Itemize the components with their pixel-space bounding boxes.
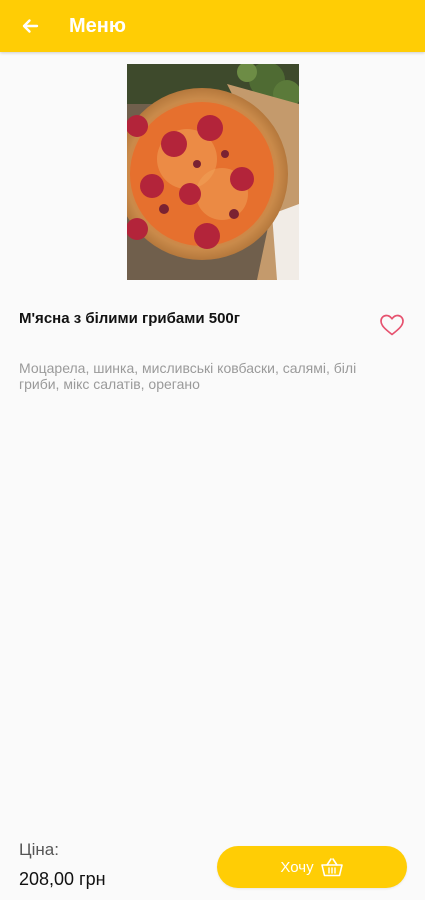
heart-outline-icon [380,314,404,336]
app-bar-title: Меню [69,15,126,37]
app-bar: Меню [0,0,425,52]
want-button-label: Хочу [280,858,314,876]
product-image [127,64,299,280]
product-description: Моцарела, шинка, мисливські ковбаски, са… [19,360,357,392]
want-button[interactable]: Хочу [217,846,407,888]
back-button[interactable] [14,10,46,42]
favorite-button[interactable] [376,309,408,341]
price-label: Ціна: [19,840,59,859]
price-value: 208,00 грн [19,869,106,889]
arrow-back-icon [22,19,39,33]
product-title: М'ясна з білими грибами 500г [19,310,241,327]
pizza-photo [127,64,299,280]
basket-icon [320,858,343,877]
